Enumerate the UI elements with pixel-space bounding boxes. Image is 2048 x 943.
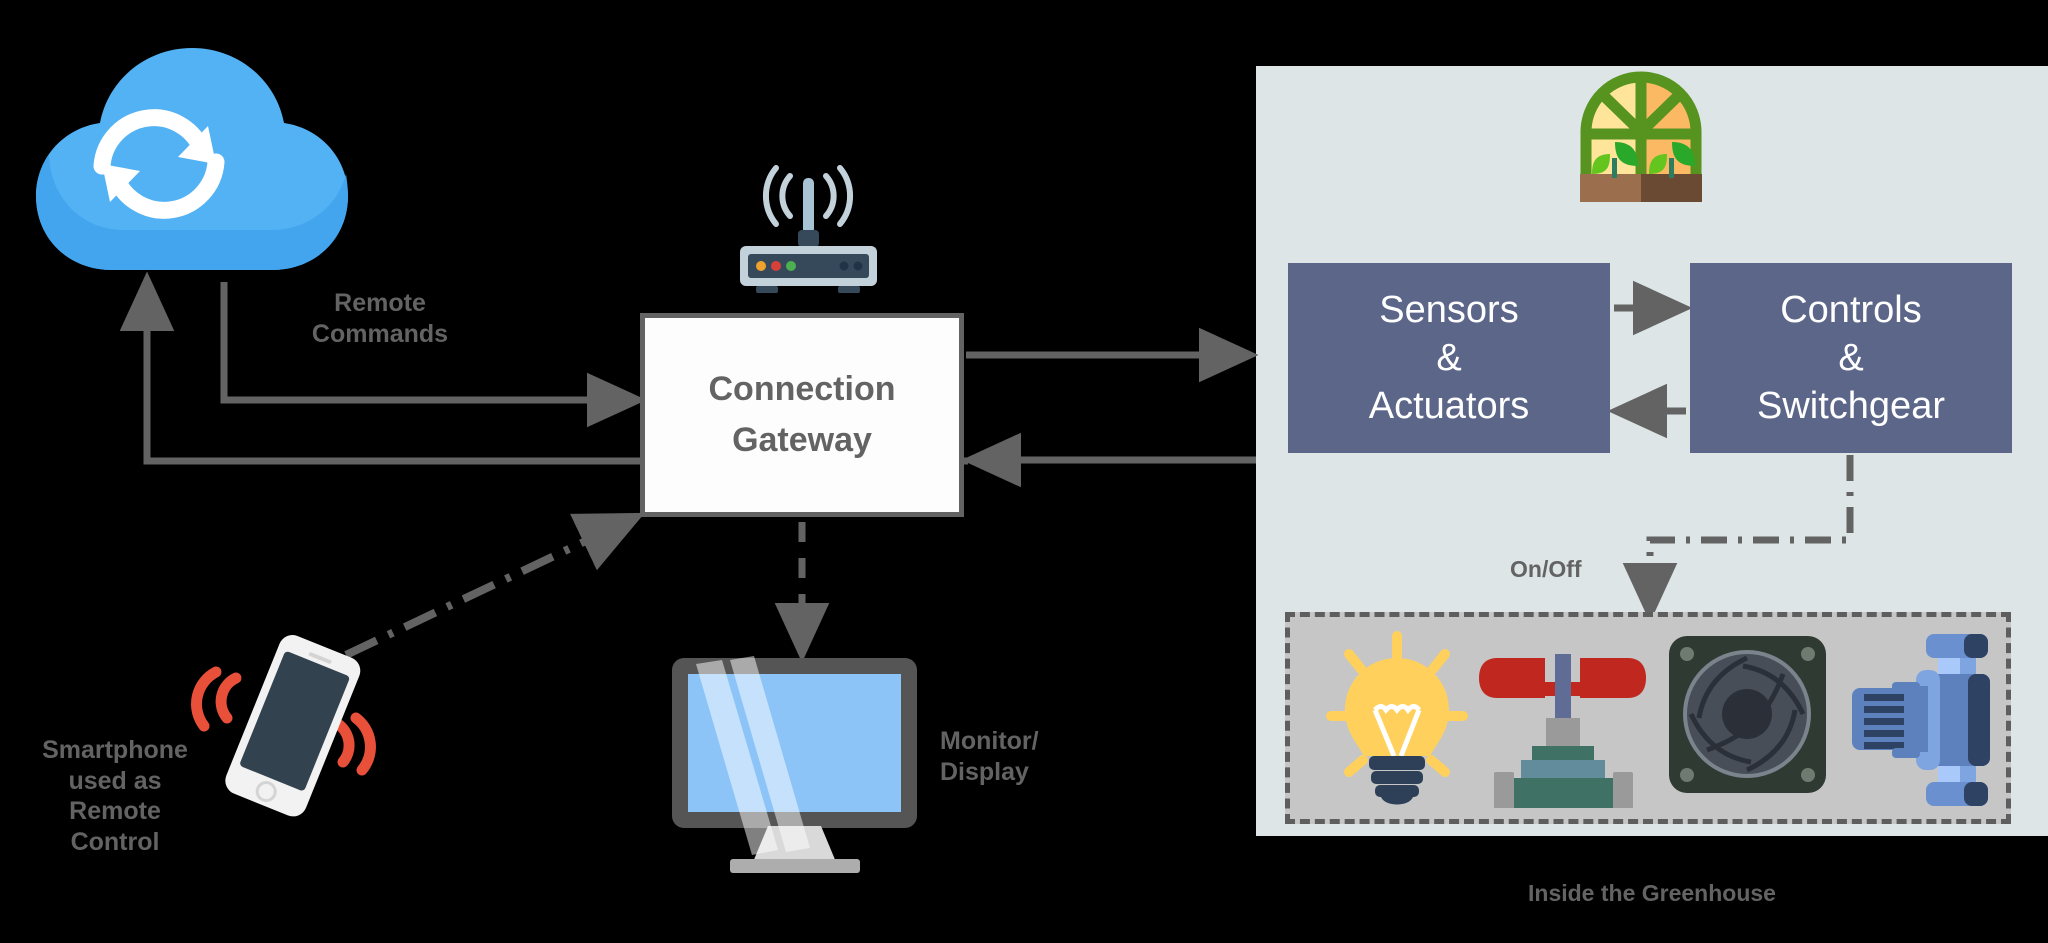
diagram-canvas: Remote Commands Connection Gateway Monit…	[0, 0, 2048, 943]
remote-commands-line2: Commands	[311, 319, 449, 348]
smartphone-label-line3: Remote	[69, 797, 161, 825]
cloud-icon	[20, 30, 360, 290]
remote-commands-label: Remote Commands	[255, 288, 505, 349]
smartphone-remote-label: Smartphone used as Remote Control	[0, 735, 230, 857]
controls-line3: Switchgear	[1757, 385, 1945, 428]
greenhouse-icon	[1566, 70, 1716, 210]
valve-icon	[1475, 630, 1650, 808]
monitor-label-line1: Monitor/	[940, 727, 1039, 755]
sensors-actuators-box[interactable]: Sensors & Actuators	[1288, 263, 1610, 453]
smartphone-label-line4: Control	[70, 827, 160, 856]
inside-greenhouse-caption: Inside the Greenhouse	[1528, 880, 1776, 906]
sensors-line2: &	[1436, 336, 1462, 379]
connection-gateway-box[interactable]: Connection Gateway	[640, 313, 964, 517]
wifi-router-icon	[728, 160, 888, 310]
gateway-label-line2: Gateway	[732, 421, 872, 459]
monitor-icon	[660, 650, 940, 880]
fan-icon	[1665, 632, 1830, 797]
arrow-controls-to-equipment	[1622, 455, 1854, 623]
gateway-label-line1: Connection	[708, 370, 896, 408]
light-bulb-icon	[1325, 630, 1470, 808]
controls-line2: &	[1838, 336, 1864, 379]
smartphone-label-line2: used as	[68, 766, 162, 795]
sensors-line3: Actuators	[1368, 385, 1530, 428]
on-off-label: On/Off	[1510, 556, 1582, 582]
remote-commands-line1: Remote	[334, 289, 426, 317]
controls-line1: Controls	[1780, 288, 1922, 331]
monitor-display-label: Monitor/ Display	[940, 726, 1170, 787]
controls-switchgear-box[interactable]: Controls & Switchgear	[1690, 263, 2012, 453]
sensors-line1: Sensors	[1379, 288, 1519, 331]
monitor-label-line2: Display	[940, 757, 1029, 786]
smartphone-label-line1: Smartphone	[42, 736, 188, 764]
pump-motor-icon	[1850, 630, 2012, 810]
